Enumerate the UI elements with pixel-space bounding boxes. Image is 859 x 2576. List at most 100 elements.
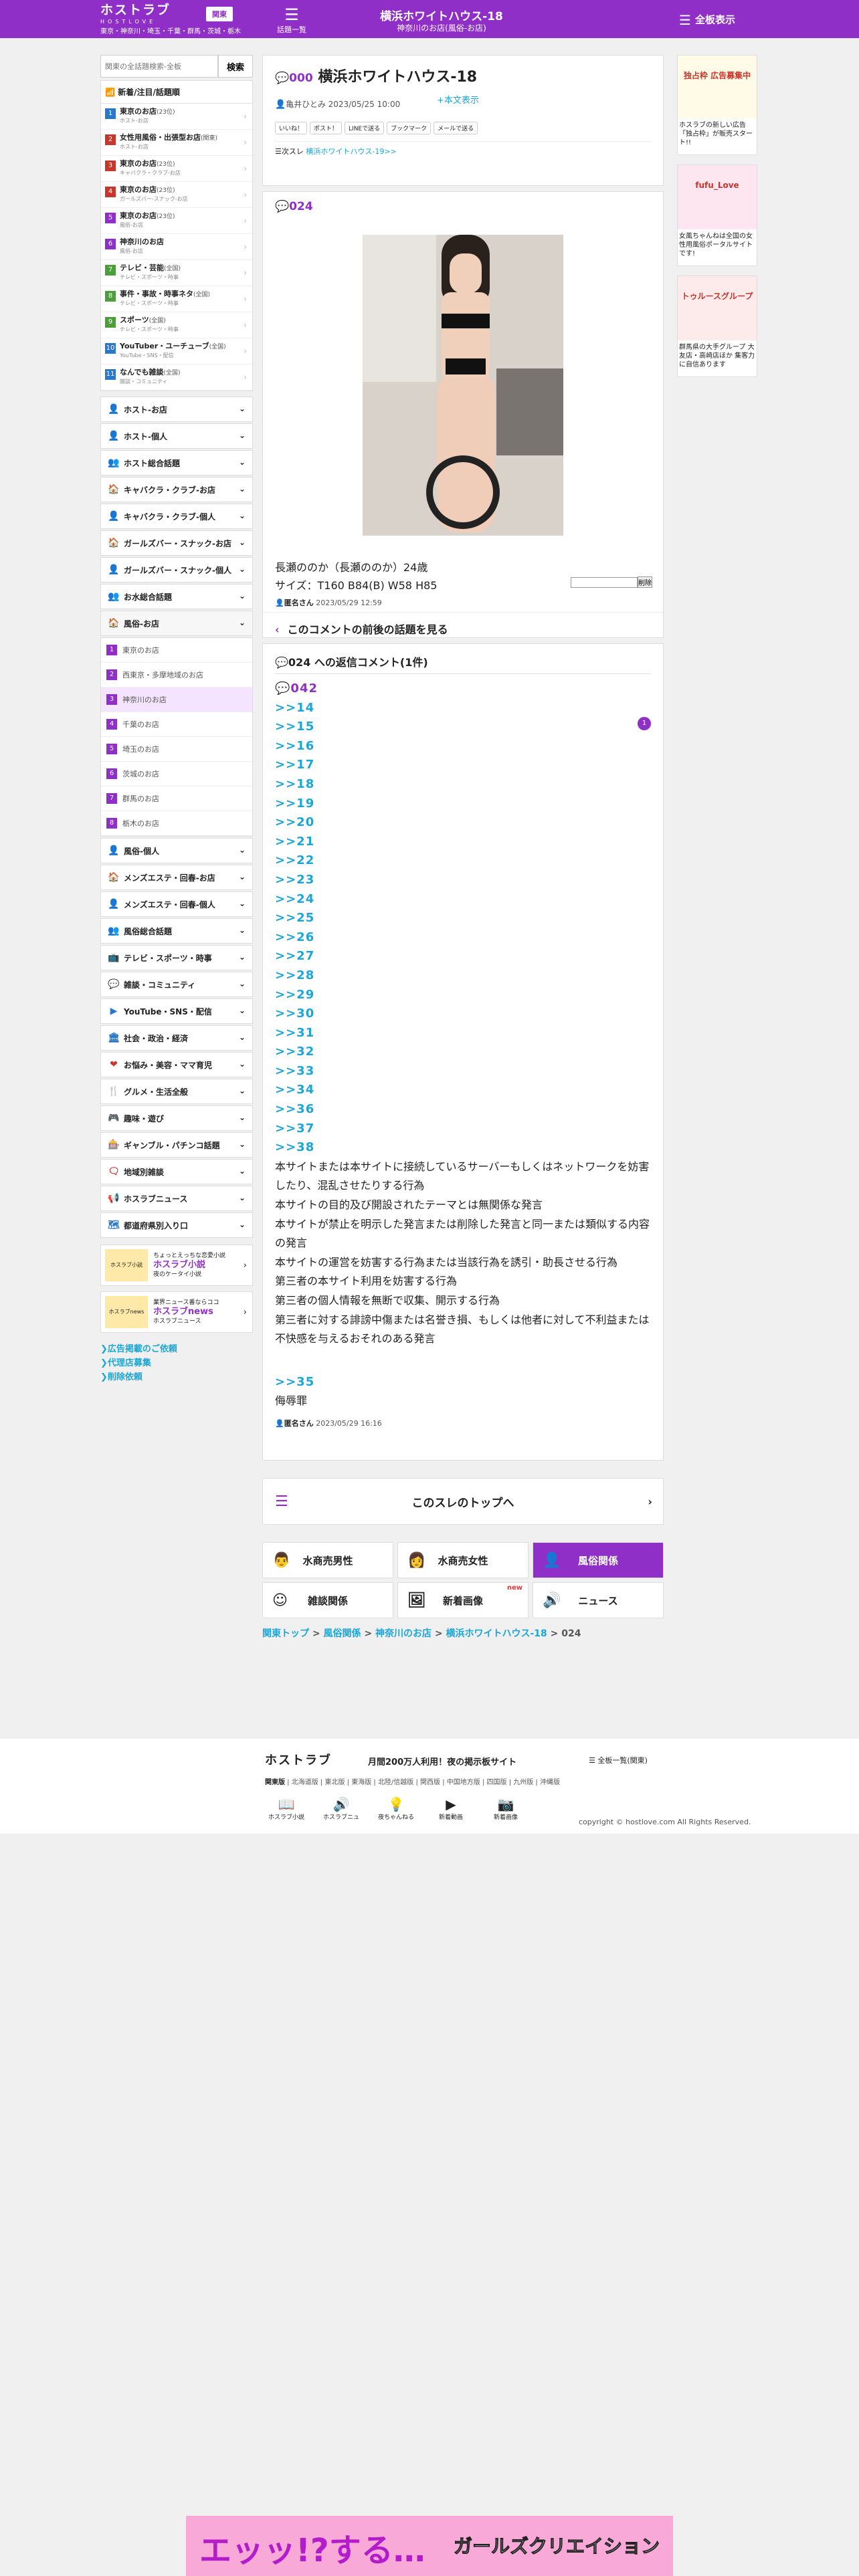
breadcrumb-item[interactable]: 神奈川のお店: [375, 1628, 432, 1639]
fuzoku-sub-item[interactable]: 5 埼玉のお店: [101, 737, 252, 762]
footer-region[interactable]: 中国地方版: [447, 1779, 480, 1786]
side-link[interactable]: ❯削除依頼: [100, 1370, 253, 1384]
breadcrumb-item[interactable]: 横浜ホワイトハウス-18: [446, 1628, 547, 1639]
sidebar-category[interactable]: 👤 キャバクラ・クラブ-個人 ⌄: [100, 504, 253, 529]
reply-link[interactable]: >>34: [275, 1081, 651, 1100]
bottom-ad-banner[interactable]: エッッ!?する… ガールズクリエイション: [186, 2516, 673, 2576]
thread-top-button[interactable]: ☰ このスレのトップへ ›: [262, 1478, 664, 1525]
footer-icon-link[interactable]: ▶ 新着動画: [430, 1796, 472, 1821]
sidebar-category[interactable]: 🎮 趣味・遊び ⌄: [100, 1105, 253, 1131]
category-button[interactable]: 👩 水商売女性: [397, 1542, 529, 1578]
right-ad[interactable]: トゥルースグループ 群馬県の大手グループ 大友店・高崎店ほか 集客力に自信あります: [677, 276, 757, 377]
fuzoku-sub-item[interactable]: 1 東京のお店: [101, 638, 252, 663]
all-boards-link[interactable]: ☰ 全板一覧(関東): [589, 1755, 648, 1765]
delete-button[interactable]: 削除: [638, 576, 652, 588]
ranking-item[interactable]: 8 事件・事故・時事ネタ(全国) テレビ・スポーツ・時事 ›: [101, 286, 252, 312]
footer-region[interactable]: 東北版: [324, 1779, 345, 1786]
share-button[interactable]: ブックマーク: [387, 122, 432, 134]
footer-region[interactable]: 北海道版: [292, 1779, 318, 1786]
sidebar-category[interactable]: ▶ YouTube・SNS・配信 ⌄: [100, 998, 253, 1024]
reply-count-badge[interactable]: 1: [638, 717, 651, 730]
reply-link[interactable]: >>32: [275, 1043, 651, 1062]
sidebar-category[interactable]: 👤 ガールズバー・スナック-個人 ⌄: [100, 557, 253, 582]
site-logo[interactable]: ホストラブ HOSTLOVE: [100, 4, 171, 28]
reply-link[interactable]: >>24: [275, 890, 651, 909]
post-photo[interactable]: [363, 235, 563, 536]
sidebar-category[interactable]: 🗺 都道府県別入り口 ⌄: [100, 1212, 253, 1238]
reply-link[interactable]: >>23: [275, 871, 651, 890]
breadcrumb-item[interactable]: 風俗関係: [323, 1628, 361, 1639]
reply-link[interactable]: >>27: [275, 947, 651, 966]
search-input[interactable]: [100, 55, 218, 78]
fuzoku-sub-item[interactable]: 2 西東京・多摩地域のお店: [101, 663, 252, 687]
ranking-head[interactable]: 📶 新着/注目/話題順: [101, 81, 252, 104]
reply-link[interactable]: >>20: [275, 813, 651, 833]
reply-link[interactable]: >>28: [275, 966, 651, 986]
ranking-item[interactable]: 6 神奈川のお店 風俗-お店 ›: [101, 234, 252, 260]
share-button[interactable]: いいね！: [275, 122, 308, 134]
share-button[interactable]: メールで送る: [434, 122, 478, 134]
footer-region[interactable]: 四国版: [487, 1779, 507, 1786]
reply-link[interactable]: >>35: [275, 1373, 651, 1392]
ranking-item[interactable]: 11 なんでも雑談(全国) 雑談・コミュニティ ›: [101, 364, 252, 391]
ranking-item[interactable]: 7 テレビ・芸能(全国) テレビ・スポーツ・時事 ›: [101, 260, 252, 286]
reply-link[interactable]: >>15: [275, 718, 651, 737]
thread-list-button[interactable]: ☰ 話題一覧: [273, 5, 310, 35]
fuzoku-sub-item[interactable]: 3 神奈川のお店: [101, 687, 252, 712]
footer-icon-link[interactable]: 🔊 ホスラブニュ: [320, 1796, 363, 1821]
full-view-button[interactable]: ☰ 全板表示: [679, 12, 735, 28]
reply-link[interactable]: >>21: [275, 833, 651, 852]
reply-link[interactable]: >>36: [275, 1100, 651, 1119]
breadcrumb-item[interactable]: 関東トップ: [262, 1628, 309, 1639]
show-body-link[interactable]: +本文表示: [437, 93, 479, 106]
prev-next-link[interactable]: ‹ このコメントの前後の話題を見る: [263, 612, 663, 645]
footer-icon-link[interactable]: 📷 新着画像: [484, 1796, 527, 1821]
side-banner[interactable]: ホスラブ小説 ちょっとえっちな恋愛小説 ホスラブ小説 夜のケータイ小説 ›: [100, 1245, 253, 1286]
sidebar-category[interactable]: 💬 雑談・コミュニティ ⌄: [100, 972, 253, 997]
footer-icon-link[interactable]: 💡 夜ちゃんねる: [375, 1796, 417, 1821]
reply-link[interactable]: >>26: [275, 928, 651, 948]
ranking-item[interactable]: 1 東京のお店(23位) ホスト-お店 ›: [101, 104, 252, 130]
delete-password-input[interactable]: [571, 576, 638, 588]
footer-region[interactable]: 東海版: [351, 1779, 371, 1786]
sidebar-category[interactable]: 🏠 キャバクラ・クラブ-お店 ⌄: [100, 477, 253, 502]
sidebar-category[interactable]: 📺 テレビ・スポーツ・時事 ⌄: [100, 945, 253, 970]
reply-link[interactable]: >>14: [275, 699, 651, 718]
fuzoku-sub-item[interactable]: 6 茨城のお店: [101, 762, 252, 786]
reply-link[interactable]: >>30: [275, 1004, 651, 1024]
side-link[interactable]: ❯広告掲載のご依頼: [100, 1342, 253, 1356]
footer-region[interactable]: 関東版: [265, 1779, 285, 1786]
right-ad[interactable]: 独占枠 広告募集中 ホスラブの新しい広告「独占枠」が販売スタート!!: [677, 55, 757, 155]
reply-link[interactable]: >>38: [275, 1138, 651, 1158]
ranking-item[interactable]: 4 東京のお店(23位) ガールズバー-スナック-お店 ›: [101, 182, 252, 208]
reply-link[interactable]: >>31: [275, 1024, 651, 1043]
reply-link[interactable]: >>25: [275, 909, 651, 928]
ranking-item[interactable]: 2 女性用風俗・出張型お店(関東) ホスト-お店 ›: [101, 130, 252, 156]
reply-link[interactable]: >>33: [275, 1062, 651, 1081]
share-button[interactable]: ポスト！: [310, 122, 343, 134]
sidebar-category[interactable]: 👤 風俗-個人 ⌄: [100, 838, 253, 863]
footer-region[interactable]: 北陸/信越版: [378, 1779, 413, 1786]
reply-link[interactable]: >>18: [275, 775, 651, 794]
sidebar-category[interactable]: 🏛 社会・政治・経済 ⌄: [100, 1025, 253, 1051]
sidebar-category[interactable]: 🏠 ガールズバー・スナック-お店 ⌄: [100, 530, 253, 556]
reply-link[interactable]: >>29: [275, 986, 651, 1005]
share-button[interactable]: LINEで送る: [345, 122, 385, 134]
ranking-item[interactable]: 10 YouTuber・ユーチューブ(全国) YouTube・SNS・配信 ›: [101, 338, 252, 364]
sidebar-category[interactable]: 👤 ホスト-お店 ⌄: [100, 397, 253, 422]
next-thread-link[interactable]: 横浜ホワイトハウス-19>>: [306, 147, 396, 156]
sidebar-category[interactable]: 🏠 メンズエステ・回春-お店 ⌄: [100, 865, 253, 890]
sidebar-category[interactable]: 👥 お水総合話題 ⌄: [100, 584, 253, 609]
footer-logo[interactable]: ホストラブ: [265, 1751, 332, 1768]
footer-region[interactable]: 九州版: [513, 1779, 533, 1786]
side-link[interactable]: ❯代理店募集: [100, 1356, 253, 1370]
fuzoku-sub-item[interactable]: 8 栃木のお店: [101, 811, 252, 836]
fuzoku-sub-item[interactable]: 4 千葉のお店: [101, 712, 252, 737]
sidebar-category[interactable]: 🎰 ギャンブル・パチンコ話題 ⌄: [100, 1132, 253, 1158]
sidebar-category[interactable]: 👤 ホスト-個人 ⌄: [100, 423, 253, 449]
side-banner[interactable]: ホスラブnews 業界ニュース番ならココ ホスラブnews ホスラブニュース ›: [100, 1291, 253, 1333]
sidebar-category[interactable]: ❤ お悩み・美容・ママ育児 ⌄: [100, 1052, 253, 1077]
ranking-item[interactable]: 5 東京のお店(23位) 風俗-お店 ›: [101, 208, 252, 234]
category-button[interactable]: 👨 水商売男性: [262, 1542, 393, 1578]
region-button[interactable]: 関東: [206, 7, 233, 21]
